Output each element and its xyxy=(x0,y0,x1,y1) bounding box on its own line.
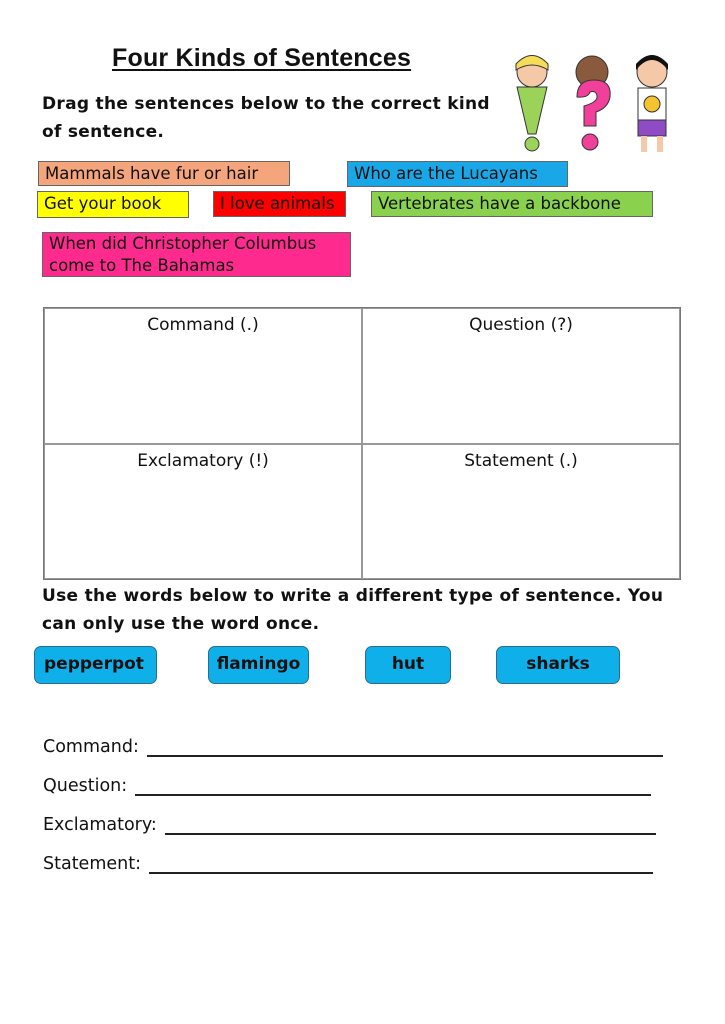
question-answer-input[interactable] xyxy=(135,774,652,796)
word-button-sharks[interactable]: sharks xyxy=(496,646,620,684)
answer-line-statement: Statement: xyxy=(43,848,653,874)
girl-period-icon xyxy=(636,55,668,152)
sentence-card[interactable]: Get your book xyxy=(37,191,189,218)
words-instructions: Use the words below to write a different… xyxy=(42,586,664,634)
drop-zone-question[interactable]: Question (?) xyxy=(362,308,680,444)
drag-instructions: Drag the sentences below to the correct … xyxy=(42,94,490,142)
drop-zone-label: Question (?) xyxy=(469,315,573,335)
answer-label: Command: xyxy=(43,737,139,757)
sentence-card[interactable]: Vertebrates have a backbone xyxy=(371,191,653,217)
drop-zone-label: Command (.) xyxy=(147,315,259,335)
sentence-card[interactable]: Mammals have fur or hair xyxy=(38,161,290,186)
kids-illustration xyxy=(515,55,668,152)
answer-label: Question: xyxy=(43,776,128,796)
sentence-card[interactable]: Who are the Lucayans xyxy=(347,161,568,187)
drop-zone-command[interactable]: Command (.) xyxy=(44,308,362,444)
answer-line-question: Question: xyxy=(43,770,652,796)
sentence-card[interactable]: When did Christopher Columbus come to Th… xyxy=(42,232,351,277)
word-button-flamingo[interactable]: flamingo xyxy=(208,646,309,684)
exclamatory-answer-input[interactable] xyxy=(164,813,656,835)
word-button-pepperpot[interactable]: pepperpot xyxy=(34,646,157,684)
drop-zone-exclamatory[interactable]: Exclamatory (!) xyxy=(44,443,362,579)
boy-question-icon xyxy=(575,55,611,151)
word-button-hut[interactable]: hut xyxy=(365,646,451,684)
sentence-card[interactable]: I love animals xyxy=(213,191,346,217)
command-answer-input[interactable] xyxy=(146,735,663,757)
sentence-sort-grid: Command (.) Question (?) Exclamatory (!)… xyxy=(43,307,681,580)
answer-line-exclamatory: Exclamatory: xyxy=(43,809,656,835)
answer-line-command: Command: xyxy=(43,731,663,757)
girl-exclamation-icon xyxy=(515,55,549,152)
drop-zone-label: Exclamatory (!) xyxy=(137,450,269,471)
page-title: Four Kinds of Sentences xyxy=(112,44,412,72)
answer-label: Statement: xyxy=(43,854,141,874)
drop-zone-statement[interactable]: Statement (.) xyxy=(362,443,680,579)
answer-label: Exclamatory: xyxy=(43,815,157,835)
statement-answer-input[interactable] xyxy=(149,852,653,874)
drop-zone-label: Statement (.) xyxy=(464,450,578,471)
